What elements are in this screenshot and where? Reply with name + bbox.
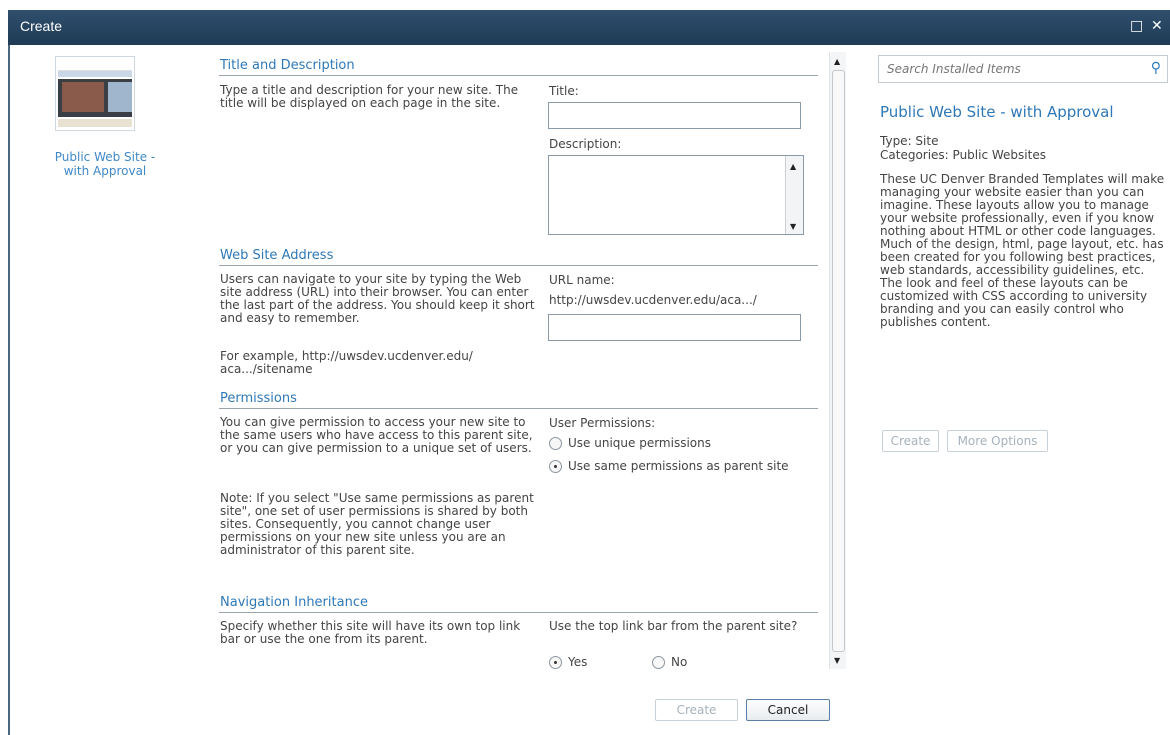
navigation-help: Specify whether this site will have its … bbox=[220, 619, 521, 646]
section-divider bbox=[219, 75, 818, 76]
scroll-down-icon[interactable]: ▼ bbox=[834, 656, 840, 665]
scroll-up-icon[interactable]: ▲ bbox=[790, 162, 796, 171]
section-divider bbox=[219, 612, 818, 613]
template-categories: Categories: Public Websites bbox=[880, 148, 1046, 162]
title-label: Title: bbox=[549, 84, 579, 98]
cancel-button[interactable]: Cancel bbox=[746, 699, 830, 721]
title-description-help: Type a title and description for your ne… bbox=[220, 83, 519, 110]
template-type: Type: Site bbox=[880, 134, 939, 148]
user-permissions-label: User Permissions: bbox=[549, 416, 656, 430]
radio-unique-permissions[interactable]: Use unique permissions bbox=[549, 436, 711, 450]
more-options-button[interactable]: More Options bbox=[947, 430, 1048, 452]
form-scrollbar[interactable]: ▲ ▼ bbox=[829, 52, 846, 669]
section-divider bbox=[219, 408, 818, 409]
maximize-icon[interactable]: □ bbox=[1130, 18, 1143, 34]
radio-button-selected[interactable] bbox=[549, 459, 562, 473]
top-link-bar-question: Use the top link bar from the parent sit… bbox=[549, 619, 798, 633]
sidebar-create-button[interactable]: Create bbox=[882, 430, 939, 452]
radio-nav-no[interactable]: No bbox=[652, 655, 687, 669]
address-example: For example, http://uwsdev.ucdenver.edu/… bbox=[220, 349, 473, 376]
description-label: Description: bbox=[549, 137, 622, 151]
textarea-scrollbar[interactable]: ▲ ▼ bbox=[785, 156, 803, 234]
search-box[interactable]: Search Installed Items ⚲ bbox=[878, 55, 1168, 83]
sidebar-template-title: Public Web Site - with Approval bbox=[880, 103, 1114, 121]
radio-label: No bbox=[671, 655, 688, 669]
permissions-note: Note: If you select "Use same permission… bbox=[220, 491, 534, 557]
address-help: Users can navigate to your site by typin… bbox=[220, 272, 535, 325]
scroll-down-icon[interactable]: ▼ bbox=[790, 222, 796, 231]
section-heading-navigation: Navigation Inheritance bbox=[220, 595, 368, 610]
section-divider bbox=[219, 265, 818, 266]
create-button[interactable]: Create bbox=[655, 699, 738, 721]
radio-label: Use same permissions as parent site bbox=[568, 459, 789, 473]
close-icon[interactable]: ✕ bbox=[1151, 18, 1163, 34]
radio-label: Use unique permissions bbox=[568, 436, 711, 450]
dialog-title: Create bbox=[20, 18, 63, 34]
url-input[interactable] bbox=[548, 314, 801, 341]
dialog-left-border bbox=[8, 45, 10, 735]
scroll-up-icon[interactable]: ▲ bbox=[834, 57, 840, 66]
section-heading-web-address: Web Site Address bbox=[220, 248, 334, 263]
dialog-titlebar: Create □ ✕ bbox=[8, 10, 1170, 45]
radio-button[interactable] bbox=[652, 655, 665, 669]
template-link[interactable]: Public Web Site - with Approval bbox=[50, 150, 160, 178]
section-heading-permissions: Permissions bbox=[220, 391, 297, 406]
permissions-help: You can give permission to access your n… bbox=[220, 415, 533, 455]
template-description: These UC Denver Branded Templates will m… bbox=[880, 172, 1165, 329]
title-input[interactable] bbox=[548, 102, 801, 129]
url-prefix: http://uwsdev.ucdenver.edu/aca.../ bbox=[549, 293, 757, 307]
radio-same-permissions[interactable]: Use same permissions as parent site bbox=[549, 459, 789, 473]
radio-nav-yes[interactable]: Yes bbox=[549, 655, 587, 669]
url-name-label: URL name: bbox=[549, 273, 615, 287]
section-heading-title-description: Title and Description bbox=[220, 58, 355, 73]
radio-label: Yes bbox=[568, 655, 588, 669]
template-thumbnail[interactable] bbox=[55, 56, 135, 131]
search-input[interactable]: Search Installed Items bbox=[887, 62, 1021, 76]
search-icon[interactable]: ⚲ bbox=[1151, 60, 1161, 76]
description-textarea[interactable]: ▲ ▼ bbox=[548, 155, 804, 235]
radio-button-selected[interactable] bbox=[549, 655, 562, 669]
scrollbar-thumb[interactable] bbox=[832, 70, 845, 652]
radio-button[interactable] bbox=[549, 436, 562, 450]
